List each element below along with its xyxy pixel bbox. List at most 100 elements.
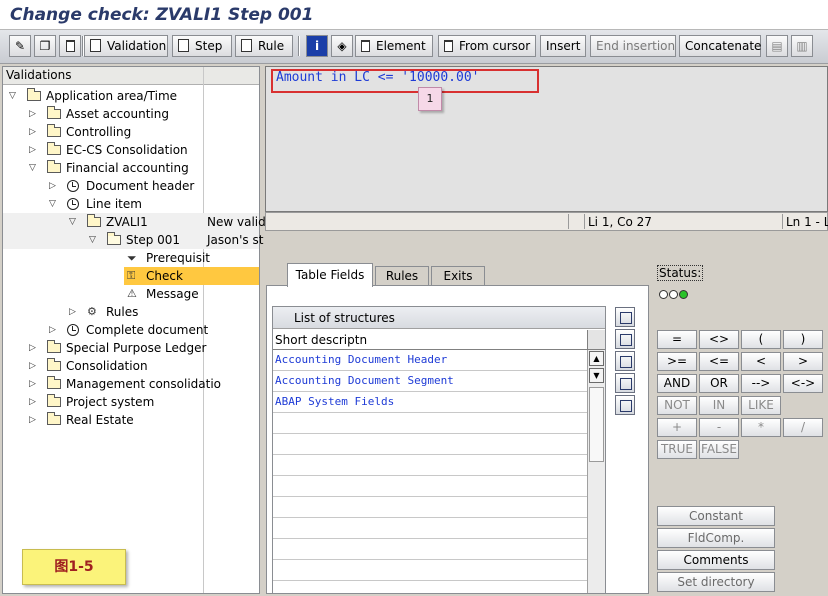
collapsed-icon[interactable]: ▷ bbox=[29, 411, 36, 429]
op-not-button[interactable]: NOT bbox=[657, 396, 697, 415]
scroll-down-button[interactable]: ▼ bbox=[589, 368, 604, 383]
set-directory-button[interactable]: Set directory bbox=[657, 572, 775, 592]
tree-node[interactable]: ▷ Real Estate bbox=[3, 411, 259, 429]
concatenate-button[interactable]: Concatenate bbox=[679, 35, 761, 57]
insert-button[interactable]: Insert bbox=[540, 35, 586, 57]
tree-node[interactable]: ▷ Controlling bbox=[3, 123, 259, 141]
tree-node[interactable]: ▽ Financial accounting bbox=[3, 159, 259, 177]
collapsed-icon[interactable]: ▷ bbox=[69, 303, 76, 321]
op-multiply-button[interactable]: * bbox=[741, 418, 781, 437]
tree-node[interactable]: ▷ Document header bbox=[3, 177, 259, 195]
tree-node[interactable]: ▷ EC-CS Consolidation bbox=[3, 141, 259, 159]
layout-icon[interactable] bbox=[615, 351, 635, 371]
step-button[interactable]: Step bbox=[172, 35, 232, 57]
comments-button[interactable]: Comments bbox=[657, 550, 775, 570]
collapsed-icon[interactable]: ▷ bbox=[29, 123, 36, 141]
op-lt-button[interactable]: < bbox=[741, 352, 781, 371]
tab-exits[interactable]: Exits bbox=[431, 266, 485, 286]
tree-node[interactable]: ▷ Management consolidatio bbox=[3, 375, 259, 393]
op-lte-button[interactable]: <= bbox=[699, 352, 739, 371]
list-item-empty[interactable] bbox=[273, 413, 587, 434]
collapsed-icon[interactable]: ▷ bbox=[29, 141, 36, 159]
op-open-paren-button[interactable]: ( bbox=[741, 330, 781, 349]
op-equals-button[interactable]: = bbox=[657, 330, 697, 349]
tree-node[interactable]: ▷ Project system bbox=[3, 393, 259, 411]
tree-node[interactable]: ⚠ Message bbox=[3, 285, 259, 303]
collapsed-icon[interactable]: ▷ bbox=[49, 177, 56, 195]
tree-node[interactable]: ▷ Special Purpose Ledger bbox=[3, 339, 259, 357]
list-item-empty[interactable] bbox=[273, 455, 587, 476]
tree-node-selected[interactable]: ⚿ Check bbox=[3, 267, 259, 285]
op-plus-button[interactable]: + bbox=[657, 418, 697, 437]
op-in-button[interactable]: IN bbox=[699, 396, 739, 415]
list-item[interactable]: Accounting Document Segment bbox=[273, 371, 587, 392]
scroll-up-button[interactable]: ▲ bbox=[589, 351, 604, 366]
tree-node[interactable]: ▷ ⚙ Rules bbox=[3, 303, 259, 321]
scroll-thumb[interactable] bbox=[589, 387, 604, 462]
find-next-icon[interactable] bbox=[615, 395, 635, 415]
list-item-empty[interactable] bbox=[273, 539, 587, 560]
delete-icon[interactable] bbox=[59, 35, 81, 57]
collapsed-icon[interactable]: ▷ bbox=[29, 357, 36, 375]
list-item-empty[interactable] bbox=[273, 497, 587, 518]
op-gt-button[interactable]: > bbox=[783, 352, 823, 371]
expanded-icon[interactable]: ▽ bbox=[9, 87, 16, 105]
op-like-button[interactable]: LIKE bbox=[741, 396, 781, 415]
tree-node[interactable]: ▷ Consolidation bbox=[3, 357, 259, 375]
op-or-button[interactable]: OR bbox=[699, 374, 739, 393]
tree-node[interactable]: ▷ Complete document bbox=[3, 321, 259, 339]
end-insertion-button[interactable]: End insertion bbox=[590, 35, 676, 57]
collapsed-icon[interactable]: ▷ bbox=[29, 375, 36, 393]
column-settings-button[interactable] bbox=[587, 330, 605, 349]
list-item-empty[interactable] bbox=[273, 560, 587, 581]
collapsed-icon[interactable]: ▷ bbox=[49, 321, 56, 339]
split-icon[interactable]: ▤ bbox=[766, 35, 788, 57]
expanded-icon[interactable]: ▽ bbox=[49, 195, 56, 213]
expanded-icon[interactable]: ▽ bbox=[29, 159, 36, 177]
element-button[interactable]: Element bbox=[355, 35, 433, 57]
formula-editor[interactable]: Amount in LC <= '10000.00' 1 bbox=[265, 66, 828, 212]
op-implies-button[interactable]: --> bbox=[741, 374, 781, 393]
filter-icon[interactable] bbox=[615, 329, 635, 349]
collapsed-icon[interactable]: ▷ bbox=[29, 393, 36, 411]
from-cursor-button[interactable]: From cursor bbox=[438, 35, 536, 57]
pencil-icon[interactable]: ✎ bbox=[9, 35, 31, 57]
op-and-button[interactable]: AND bbox=[657, 374, 697, 393]
collapsed-icon[interactable]: ▷ bbox=[29, 105, 36, 123]
tree-node[interactable]: ▽ Line item bbox=[3, 195, 259, 213]
op-equivalent-button[interactable]: <-> bbox=[783, 374, 823, 393]
collapsed-icon[interactable]: ▷ bbox=[29, 339, 36, 357]
op-close-paren-button[interactable]: ) bbox=[783, 330, 823, 349]
list-item[interactable]: Accounting Document Header bbox=[273, 350, 587, 371]
op-not-equal-button[interactable]: <> bbox=[699, 330, 739, 349]
list-scrollbar[interactable]: ▲ ▼ bbox=[587, 350, 605, 593]
op-false-button[interactable]: FALSE bbox=[699, 440, 739, 459]
tab-table-fields[interactable]: Table Fields bbox=[287, 263, 373, 287]
tree-node[interactable]: ▷ Asset accounting bbox=[3, 105, 259, 123]
validation-button[interactable]: Validation bbox=[84, 35, 168, 57]
list-item-empty[interactable] bbox=[273, 518, 587, 539]
op-true-button[interactable]: TRUE bbox=[657, 440, 697, 459]
rule-button[interactable]: Rule bbox=[235, 35, 293, 57]
expanded-icon[interactable]: ▽ bbox=[69, 213, 76, 231]
expanded-icon[interactable]: ▽ bbox=[89, 231, 96, 249]
op-gte-button[interactable]: >= bbox=[657, 352, 697, 371]
tree-node[interactable]: ⏷ Prerequisit bbox=[3, 249, 259, 267]
tab-rules[interactable]: Rules bbox=[375, 266, 429, 286]
op-minus-button[interactable]: - bbox=[699, 418, 739, 437]
info-icon[interactable]: i bbox=[306, 35, 328, 57]
edit-diamond-icon[interactable]: ◈ bbox=[331, 35, 353, 57]
list-item-empty[interactable] bbox=[273, 434, 587, 455]
tree-node[interactable]: ▽ Step 001 Jason's st bbox=[3, 231, 263, 249]
rows-icon[interactable]: ▥ bbox=[791, 35, 813, 57]
print-icon[interactable] bbox=[615, 307, 635, 327]
list-item[interactable]: ABAP System Fields bbox=[273, 392, 587, 413]
constant-button[interactable]: Constant bbox=[657, 506, 775, 526]
tree-node[interactable]: ▽ ZVALI1 New valid bbox=[3, 213, 266, 231]
find-icon[interactable] bbox=[615, 373, 635, 393]
field-compare-button[interactable]: FldComp. bbox=[657, 528, 775, 548]
op-divide-button[interactable]: / bbox=[783, 418, 823, 437]
tree-node[interactable]: ▽ Application area/Time bbox=[3, 87, 259, 105]
list-column-header[interactable]: Short descriptn bbox=[273, 330, 605, 350]
copy-icon[interactable]: ❐ bbox=[34, 35, 56, 57]
